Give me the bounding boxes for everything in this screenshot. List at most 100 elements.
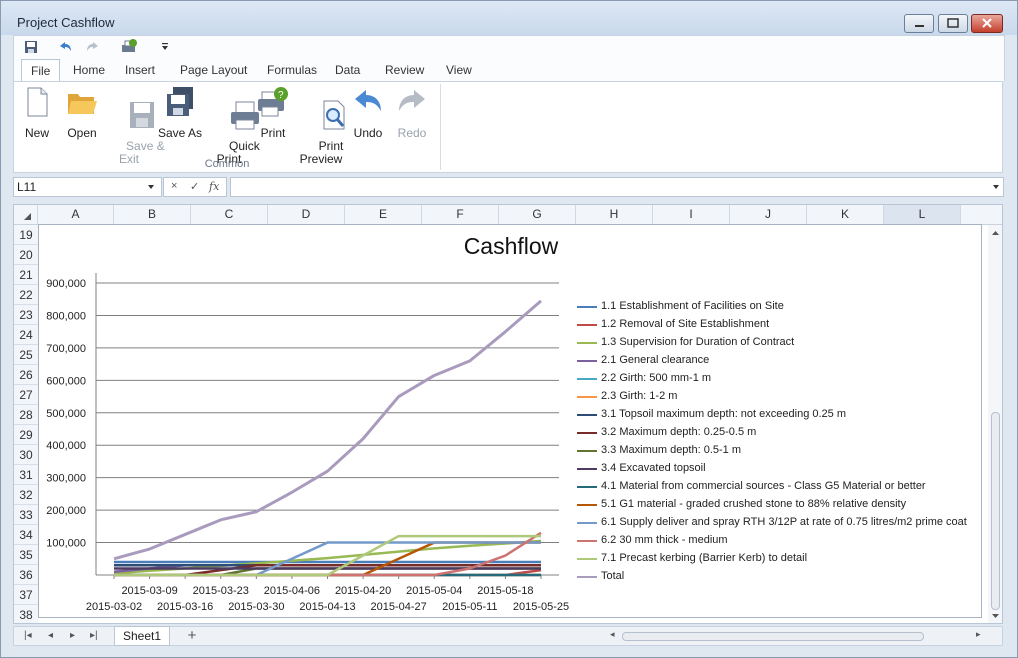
- tab-view[interactable]: View: [446, 63, 472, 77]
- redo-button[interactable]: Redo: [394, 86, 430, 140]
- tab-page-layout[interactable]: Page Layout: [180, 63, 247, 77]
- x-tick-label: 2015-03-02: [86, 601, 142, 613]
- column-header-e[interactable]: E: [345, 205, 422, 224]
- window-title: Project Cashflow: [17, 15, 115, 30]
- row-header[interactable]: 27: [14, 385, 38, 405]
- row-header[interactable]: 22: [14, 285, 38, 305]
- legend-swatch: [577, 324, 597, 326]
- tab-formulas[interactable]: Formulas: [267, 63, 317, 77]
- legend-swatch: [577, 486, 597, 488]
- prev-sheet-icon[interactable]: ◂: [48, 630, 53, 641]
- column-header-i[interactable]: I: [653, 205, 730, 224]
- chevron-down-icon[interactable]: [148, 185, 154, 189]
- legend-item: 5.1 G1 material - graded crushed stone t…: [577, 497, 967, 515]
- legend-swatch: [577, 576, 597, 578]
- maximize-button[interactable]: [938, 14, 968, 33]
- row-header[interactable]: 35: [14, 545, 38, 565]
- legend-label: 5.1 G1 material - graded crushed stone t…: [601, 498, 907, 510]
- expand-formula-icon[interactable]: [993, 185, 999, 189]
- sheet-tab[interactable]: Sheet1: [114, 626, 170, 646]
- scroll-right-icon[interactable]: ▸: [976, 629, 981, 640]
- column-header-j[interactable]: J: [730, 205, 807, 224]
- legend-swatch: [577, 414, 597, 416]
- row-header[interactable]: 21: [14, 265, 38, 285]
- horizontal-scrollbar[interactable]: ◂ ▸: [610, 629, 988, 643]
- column-header-k[interactable]: K: [807, 205, 884, 224]
- row-header[interactable]: 28: [14, 405, 38, 425]
- column-header-d[interactable]: D: [268, 205, 345, 224]
- tab-data[interactable]: Data: [335, 63, 360, 77]
- row-header[interactable]: 25: [14, 345, 38, 365]
- legend-label: 3.4 Excavated topsoil: [601, 462, 706, 474]
- x-tick-label: 2015-05-11: [442, 601, 497, 613]
- add-sheet-button[interactable]: +: [176, 627, 208, 645]
- column-header-f[interactable]: F: [422, 205, 499, 224]
- legend-item: 3.4 Excavated topsoil: [577, 461, 967, 479]
- legend-item: 3.1 Topsoil maximum depth: not exceeding…: [577, 407, 967, 425]
- tab-insert[interactable]: Insert: [125, 63, 155, 77]
- row-header[interactable]: 31: [14, 465, 38, 485]
- qat-customize-button[interactable]: [156, 38, 174, 56]
- tab-file[interactable]: File: [21, 59, 61, 81]
- legend-item: 1.2 Removal of Site Establishment: [577, 317, 967, 335]
- column-header-l[interactable]: L: [884, 205, 961, 224]
- row-header[interactable]: 34: [14, 525, 38, 545]
- next-sheet-icon[interactable]: ▸: [70, 630, 75, 641]
- row-header[interactable]: 23: [14, 305, 38, 325]
- x-tick-label: 2015-05-18: [477, 585, 533, 597]
- column-header-g[interactable]: G: [499, 205, 576, 224]
- vertical-scroll-thumb[interactable]: [991, 412, 1000, 610]
- vertical-scrollbar[interactable]: [988, 225, 1002, 623]
- first-sheet-icon[interactable]: |◂: [24, 630, 32, 641]
- row-header[interactable]: 36: [14, 565, 38, 585]
- column-header-c[interactable]: C: [191, 205, 268, 224]
- row-header[interactable]: 30: [14, 445, 38, 465]
- name-box[interactable]: L11: [13, 177, 162, 197]
- row-header[interactable]: 26: [14, 365, 38, 385]
- x-tick-label: 2015-03-30: [228, 601, 284, 613]
- series-line: [113, 299, 542, 561]
- qat-redo-button[interactable]: [84, 38, 102, 56]
- formula-input[interactable]: [230, 177, 1004, 197]
- cashflow-chart[interactable]: Cashflow 100,000 200,000 300,000 400,000 500…: [38, 224, 982, 618]
- enter-formula-button[interactable]: ✓: [190, 180, 199, 193]
- open-button[interactable]: Open: [64, 86, 100, 140]
- qat-print-button[interactable]: [120, 38, 138, 56]
- x-tick-label: 2015-04-20: [335, 585, 391, 597]
- row-header[interactable]: 38: [14, 605, 38, 623]
- chevron-down-icon: [162, 43, 168, 50]
- save-as-label: Save As: [157, 126, 203, 140]
- qat-undo-button[interactable]: [56, 38, 74, 56]
- row-header[interactable]: 29: [14, 425, 38, 445]
- horizontal-scroll-thumb[interactable]: [622, 632, 924, 641]
- row-header[interactable]: 24: [14, 325, 38, 345]
- close-button[interactable]: [971, 14, 1003, 33]
- legend-item: Total: [577, 569, 967, 587]
- tab-home[interactable]: Home: [73, 63, 105, 77]
- qat-save-button[interactable]: [22, 38, 40, 56]
- save-as-button[interactable]: Save As: [157, 86, 203, 140]
- ribbon-group-separator: [440, 84, 441, 170]
- row-header[interactable]: 37: [14, 585, 38, 605]
- cancel-formula-button[interactable]: ×: [171, 180, 177, 192]
- column-header-h[interactable]: H: [576, 205, 653, 224]
- insert-function-button[interactable]: fx: [209, 180, 219, 193]
- row-header[interactable]: 32: [14, 485, 38, 505]
- tab-review[interactable]: Review: [385, 63, 424, 77]
- legend-label: 2.1 General clearance: [601, 354, 710, 366]
- minimize-button[interactable]: [904, 14, 934, 33]
- undo-button[interactable]: Undo: [350, 86, 386, 140]
- print-button[interactable]: ? Print: [256, 86, 290, 140]
- select-all-corner[interactable]: [14, 205, 38, 224]
- x-tick-label: 2015-05-25: [513, 601, 569, 613]
- formula-buttons: × ✓ fx: [163, 177, 227, 197]
- column-header-b[interactable]: B: [114, 205, 191, 224]
- row-header[interactable]: 20: [14, 245, 38, 265]
- scroll-left-icon[interactable]: ◂: [610, 629, 615, 640]
- last-sheet-icon[interactable]: ▸|: [90, 630, 98, 641]
- row-header[interactable]: 19: [14, 225, 38, 245]
- column-header-a[interactable]: A: [38, 205, 114, 224]
- redo-icon: [87, 42, 98, 51]
- new-button[interactable]: New: [20, 86, 54, 140]
- row-header[interactable]: 33: [14, 505, 38, 525]
